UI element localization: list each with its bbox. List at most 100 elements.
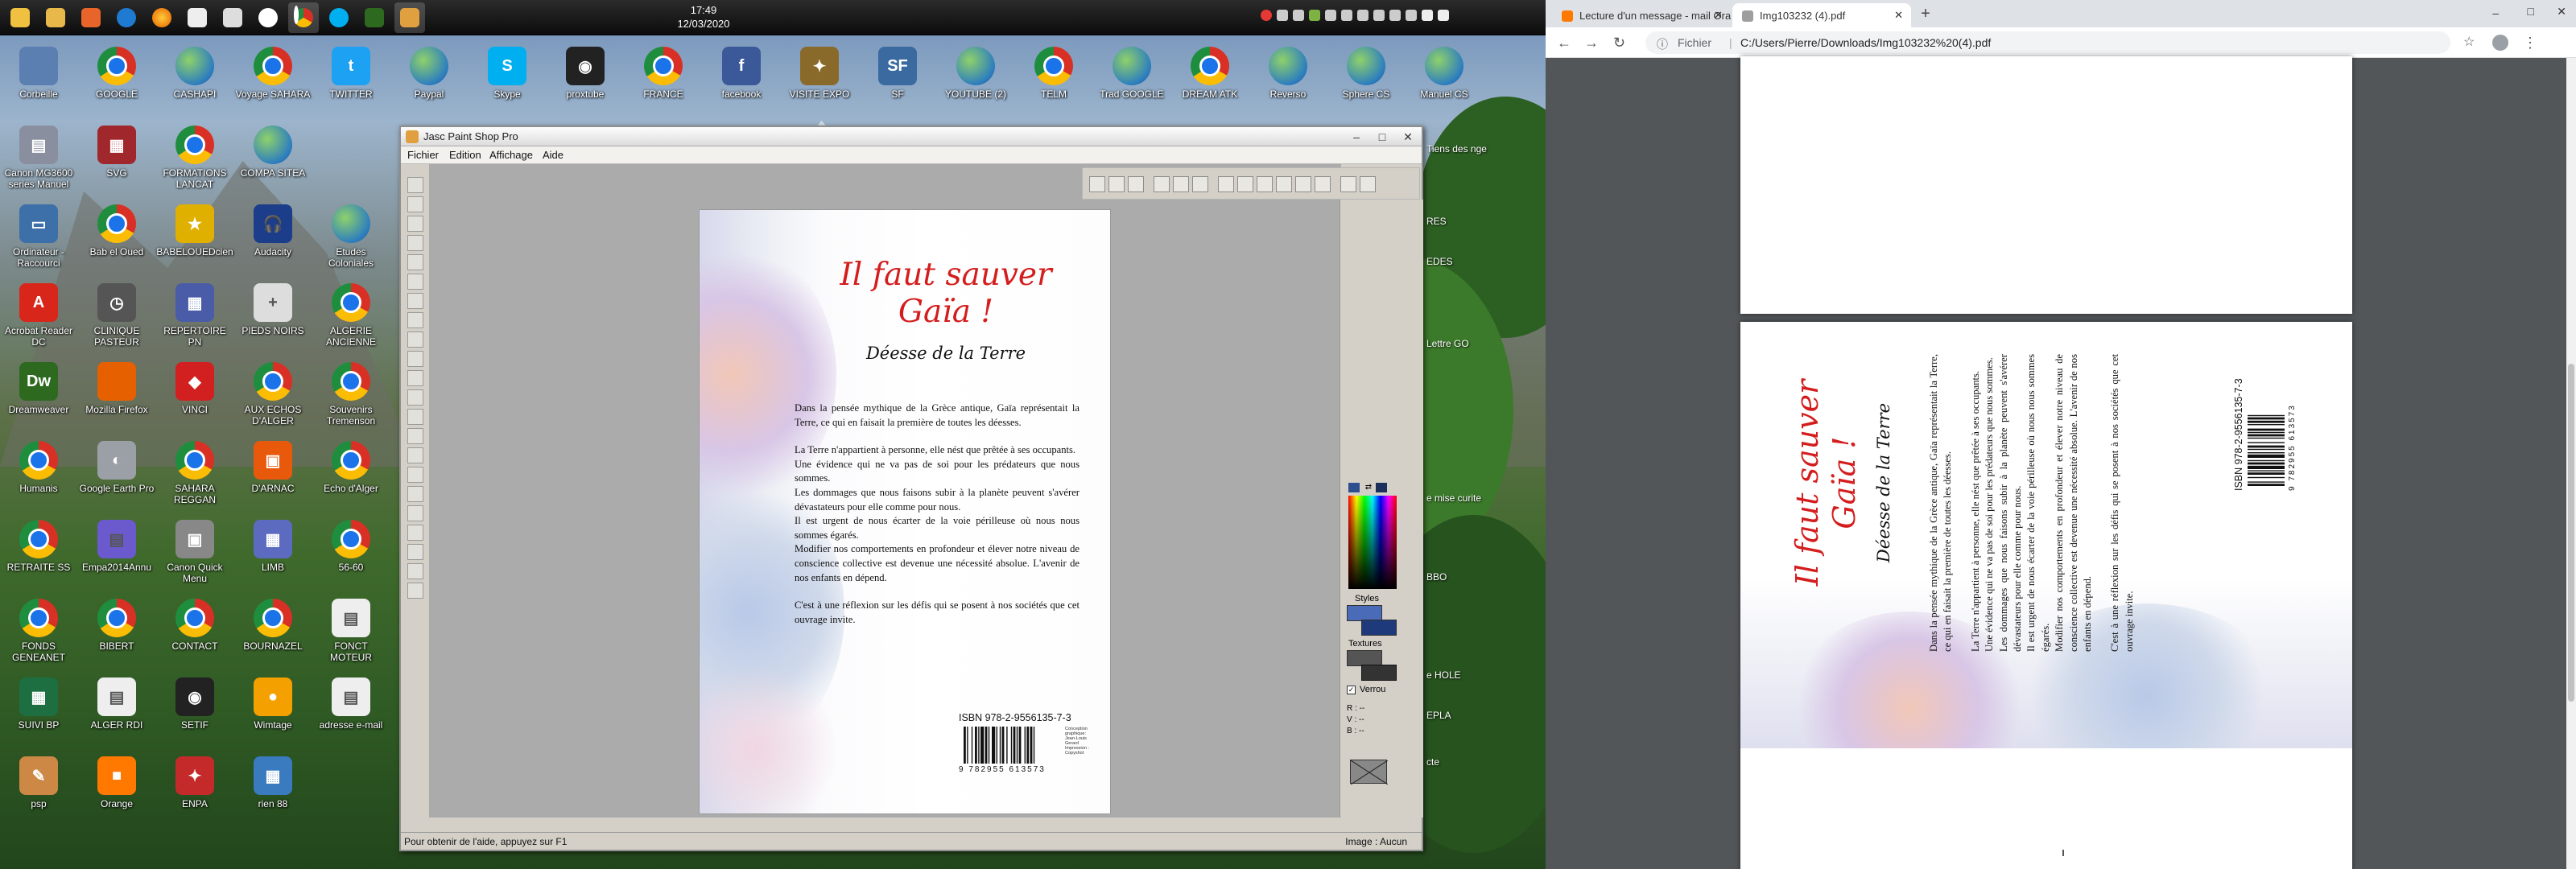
- desktop-icon[interactable]: AUX ECHOS D'ALGER: [234, 362, 312, 426]
- profile-avatar[interactable]: [2492, 35, 2508, 51]
- desktop-icon[interactable]: Mozilla Firefox: [78, 362, 155, 415]
- desktop-icon-label[interactable]: EPLA: [1426, 710, 1451, 721]
- tray-icon[interactable]: [1357, 10, 1368, 21]
- taskbar-folder-button[interactable]: [40, 2, 71, 33]
- desktop-icon[interactable]: ▦ LIMB: [234, 520, 312, 573]
- lock-checkbox[interactable]: ✓: [1347, 686, 1356, 694]
- draw-tool-icon[interactable]: [407, 544, 423, 560]
- foreground-color-swatch[interactable]: [1348, 483, 1360, 492]
- deform-tool-icon[interactable]: [407, 216, 423, 232]
- desktop-icon[interactable]: ▦ SVG: [78, 126, 155, 179]
- new-tab-button[interactable]: +: [1916, 5, 1935, 24]
- browse-icon[interactable]: [1154, 176, 1170, 192]
- network-icon[interactable]: [1438, 10, 1449, 21]
- desktop-icon-label[interactable]: e HOLE: [1426, 669, 1461, 681]
- paste-icon[interactable]: [1128, 176, 1144, 192]
- desktop-icon[interactable]: ◐ Google Earth Pro: [78, 441, 155, 494]
- desktop-icon[interactable]: YOUTUBE (2): [937, 47, 1014, 100]
- desktop-icon[interactable]: ◉ SETIF: [156, 677, 233, 731]
- paintbrush-tool-icon[interactable]: [407, 351, 423, 367]
- taskbar-explorer-button[interactable]: [5, 2, 35, 33]
- desktop-icon[interactable]: ◷ CLINIQUE PASTEUR: [78, 283, 155, 348]
- desktop-icon[interactable]: Bab el Oued: [78, 204, 155, 257]
- taskbar-google-button[interactable]: [253, 2, 283, 33]
- text-tool-icon[interactable]: [407, 525, 423, 541]
- tray-icon[interactable]: [1309, 10, 1320, 21]
- desktop-icon[interactable]: FONDS GENEANET: [0, 599, 77, 663]
- desktop-icon[interactable]: Souvenirs Tremenson: [312, 362, 390, 426]
- desktop-icon[interactable]: Trad GOOGLE: [1093, 47, 1170, 100]
- desktop-icon[interactable]: TELM: [1015, 47, 1092, 100]
- menu-affichage[interactable]: Affichage: [489, 149, 533, 161]
- tray-icon[interactable]: [1373, 10, 1385, 21]
- options-icon[interactable]: [1295, 176, 1311, 192]
- textures-foreground-swatch[interactable]: [1347, 650, 1382, 666]
- scrollbar-thumb[interactable]: [2568, 364, 2574, 702]
- taskbar-skype-button[interactable]: [324, 2, 354, 33]
- tab-mail[interactable]: Lecture d'un message - mail Ora ✕: [1552, 3, 1731, 27]
- palette-icon[interactable]: [1237, 176, 1253, 192]
- desktop-icon[interactable]: t TWITTER: [312, 47, 390, 100]
- desktop-icon[interactable]: Dw Dreamweaver: [0, 362, 77, 415]
- taskbar-psp-button[interactable]: [394, 2, 425, 33]
- tab-close-icon[interactable]: ✕: [1894, 9, 1903, 22]
- swap-colors-icon[interactable]: ⇄: [1363, 483, 1374, 492]
- textures-background-swatch[interactable]: [1361, 665, 1397, 681]
- desktop-icon[interactable]: ▦ SUIVI BP: [0, 677, 77, 731]
- layers-icon[interactable]: [1257, 176, 1273, 192]
- airbrush-tool-icon[interactable]: [407, 486, 423, 502]
- retouch-tool-icon[interactable]: [407, 409, 423, 425]
- maximize-button[interactable]: □: [1370, 129, 1394, 145]
- tray-icon[interactable]: [1389, 10, 1401, 21]
- preset-shapes-tool-icon[interactable]: [407, 563, 423, 579]
- desktop-icon[interactable]: FORMATIONS LANCAT: [156, 126, 233, 190]
- styles-background-swatch[interactable]: [1361, 620, 1397, 636]
- desktop-icon[interactable]: A Acrobat Reader DC: [0, 283, 77, 348]
- zoom-tool-icon[interactable]: [407, 196, 423, 212]
- tab-pdf[interactable]: Img103232 (4).pdf ✕: [1732, 3, 1911, 27]
- freehand-tool-icon[interactable]: [407, 293, 423, 309]
- desktop-icon[interactable]: CONTACT: [156, 599, 233, 652]
- desktop-icon[interactable]: ■ Orange: [78, 756, 155, 809]
- no-color-swatch[interactable]: [1350, 760, 1388, 785]
- picture-tube-tool-icon[interactable]: [407, 467, 423, 483]
- taskbar-firefox-button[interactable]: [147, 2, 177, 33]
- clone-tool-icon[interactable]: [407, 370, 423, 386]
- arrow-tool-icon[interactable]: [407, 177, 423, 193]
- tray-icon[interactable]: [1325, 10, 1336, 21]
- desktop-icon-label[interactable]: RES: [1426, 216, 1447, 227]
- tray-icon[interactable]: [1341, 10, 1352, 21]
- color-spectrum-picker[interactable]: [1348, 496, 1397, 589]
- desktop-icon[interactable]: ▦ REPERTOIRE PN: [156, 283, 233, 348]
- desktop-icon[interactable]: BIBERT: [78, 599, 155, 652]
- context-help-icon[interactable]: [1360, 176, 1376, 192]
- desktop-icon[interactable]: RETRAITE SS: [0, 520, 77, 573]
- desktop-icon[interactable]: S Skype: [469, 47, 546, 100]
- desktop-icon[interactable]: 🎧 Audacity: [234, 204, 312, 257]
- reload-icon[interactable]: ↻: [1613, 35, 1625, 50]
- tray-icon[interactable]: [1261, 10, 1272, 21]
- back-arrow-icon[interactable]: ←: [1557, 35, 1571, 50]
- desktop-icon[interactable]: ● Wimtage: [234, 677, 312, 731]
- overview-icon[interactable]: [1315, 176, 1331, 192]
- chart-icon[interactable]: [1276, 176, 1292, 192]
- selection-tool-icon[interactable]: [407, 274, 423, 290]
- tray-icon[interactable]: [1277, 10, 1288, 21]
- close-button[interactable]: ✕: [2557, 5, 2566, 19]
- desktop-icon[interactable]: CASHAPI: [156, 47, 233, 100]
- desktop-icon[interactable]: + PIEDS NOIRS: [234, 283, 312, 336]
- zoom-icon[interactable]: [1218, 176, 1234, 192]
- desktop-icon[interactable]: ▤ ALGER RDI: [78, 677, 155, 731]
- taskbar-app-button[interactable]: [217, 2, 248, 33]
- help-icon[interactable]: [1340, 176, 1356, 192]
- desktop-icon[interactable]: SF SF: [859, 47, 936, 100]
- eraser-tool-icon[interactable]: [407, 447, 423, 463]
- desktop-icon-label[interactable]: cte: [1426, 756, 1439, 768]
- flood-fill-tool-icon[interactable]: [407, 505, 423, 521]
- desktop-icon[interactable]: ▤ Empa2014Annu: [78, 520, 155, 573]
- desktop-icon[interactable]: DREAM ATK: [1171, 47, 1249, 100]
- desktop-icon-label[interactable]: BBO: [1426, 571, 1447, 583]
- menu-dots-icon[interactable]: ⋮: [2523, 35, 2537, 50]
- crop-tool-icon[interactable]: [407, 235, 423, 251]
- book-cover-image[interactable]: Il faut sauver Gaïa ! Déesse de la Terre…: [699, 209, 1111, 814]
